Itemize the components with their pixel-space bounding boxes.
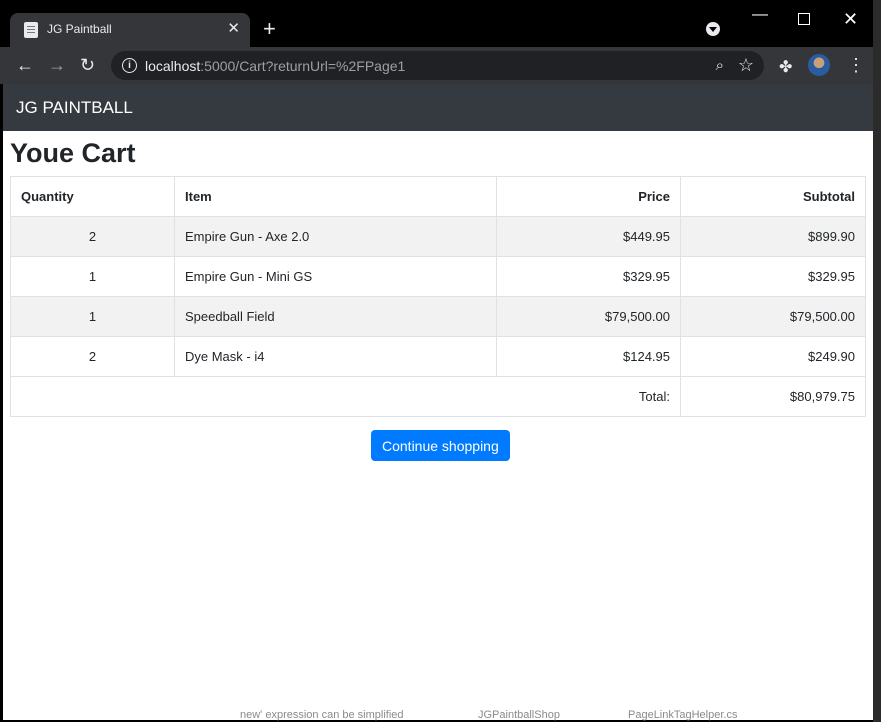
profile-avatar[interactable] — [808, 54, 830, 76]
cell-quantity: 1 — [10, 296, 175, 337]
cell-item: Dye Mask - i4 — [174, 336, 497, 377]
cell-subtotal: $249.90 — [680, 336, 866, 377]
forward-icon[interactable]: → — [48, 55, 66, 75]
back-icon[interactable]: ← — [16, 55, 34, 75]
browser-window: JG Paintball ✕ + — ✕ ← → ↻ i localhost:5… — [0, 0, 873, 722]
bookmark-star-icon[interactable]: ☆ — [738, 55, 754, 76]
total-row: Total: $80,979.75 — [10, 376, 866, 417]
address-bar[interactable]: i localhost:5000/Cart?returnUrl=%2FPage1… — [111, 51, 764, 80]
cell-subtotal: $899.90 — [680, 216, 866, 257]
page-title: Youe Cart — [10, 138, 136, 168]
extensions-puzzle-icon[interactable]: ✤ — [779, 57, 792, 77]
table-row: 1 Speedball Field $79,500.00 $79,500.00 — [10, 296, 866, 337]
cell-item: Empire Gun - Mini GS — [174, 256, 497, 297]
cart-table: Quantity Item Price Subtotal 2 Empire Gu… — [10, 176, 866, 417]
close-tab-icon[interactable]: ✕ — [227, 21, 240, 37]
header-subtotal: Subtotal — [680, 176, 866, 217]
cell-quantity: 2 — [10, 216, 175, 257]
cell-price: $79,500.00 — [496, 296, 681, 337]
maximize-icon[interactable] — [798, 13, 810, 25]
url-text[interactable]: localhost:5000/Cart?returnUrl=%2FPage1 — [145, 58, 405, 74]
browser-tab[interactable]: JG Paintball ✕ — [10, 13, 250, 47]
cell-quantity: 1 — [10, 256, 175, 297]
table-row: 2 Dye Mask - i4 $124.95 $249.90 — [10, 336, 866, 377]
info-icon[interactable]: i — [122, 58, 137, 73]
zoom-icon[interactable]: ⌕ — [716, 57, 724, 74]
cell-price: $329.95 — [496, 256, 681, 297]
background-ide-text: new' expression can be simplified — [240, 709, 404, 721]
browser-toolbar: ← → ↻ i localhost:5000/Cart?returnUrl=%2… — [0, 47, 873, 84]
close-window-icon[interactable]: ✕ — [843, 9, 858, 30]
new-tab-icon[interactable]: + — [263, 18, 276, 40]
total-label: Total: — [10, 376, 681, 417]
header-item: Item — [174, 176, 497, 217]
site-navbar: JG PAINTBALL — [3, 84, 873, 131]
cell-subtotal: $329.95 — [680, 256, 866, 297]
cell-item: Speedball Field — [174, 296, 497, 337]
header-quantity: Quantity — [10, 176, 175, 217]
cell-subtotal: $79,500.00 — [680, 296, 866, 337]
url-path: :5000/Cart?returnUrl=%2FPage1 — [200, 58, 406, 74]
header-price: Price — [496, 176, 681, 217]
cell-price: $124.95 — [496, 336, 681, 377]
page-favicon-icon — [24, 22, 38, 38]
continue-shopping-button[interactable]: Continue shopping — [371, 430, 510, 461]
table-header-row: Quantity Item Price Subtotal — [10, 176, 866, 217]
tab-search-icon[interactable] — [706, 22, 720, 36]
tab-strip: JG Paintball ✕ + — ✕ — [0, 0, 873, 47]
background-ide-text: JGPaintballShop — [478, 709, 560, 721]
total-value: $80,979.75 — [680, 376, 866, 417]
url-host: localhost — [145, 58, 201, 74]
table-row: 2 Empire Gun - Axe 2.0 $449.95 $899.90 — [10, 216, 866, 257]
cell-quantity: 2 — [10, 336, 175, 377]
kebab-menu-icon[interactable]: ⋮ — [847, 55, 865, 75]
background-ide-text: PageLinkTagHelper.cs — [628, 709, 738, 721]
cell-item: Empire Gun - Axe 2.0 — [174, 216, 497, 257]
tab-title: JG Paintball — [47, 22, 112, 36]
cell-price: $449.95 — [496, 216, 681, 257]
minimize-icon[interactable]: — — [752, 6, 768, 24]
site-brand-link[interactable]: JG PAINTBALL — [16, 98, 133, 118]
page-content: JG PAINTBALL Youe Cart Quantity Item Pri… — [3, 84, 873, 720]
reload-icon[interactable]: ↻ — [80, 55, 95, 75]
table-row: 1 Empire Gun - Mini GS $329.95 $329.95 — [10, 256, 866, 297]
